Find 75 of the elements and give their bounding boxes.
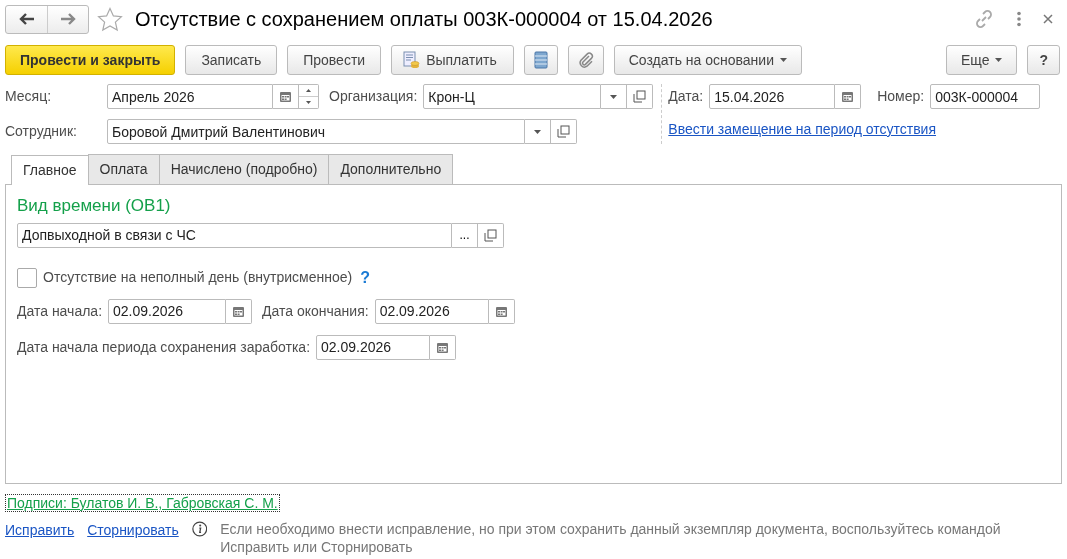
field-label: Дата начала периода сохранения заработка: [17,337,310,357]
dropdown-arrow-icon [610,94,618,99]
signatures-link[interactable]: Подписи: Булатов И. В., Габровская С. М. [5,494,280,512]
select-button[interactable]: ... [452,222,478,248]
info-text: Если необходимо внести исправление, но при этом сохранить данный экземпляр документа, воспользуйтесь командой Исправить или Сторнировать [220,520,1002,556]
tab[interactable]: Начислено (подробно) [158,154,330,184]
section-title: Вид времени (ОВ1) [17,195,172,217]
date-field[interactable]: 15.04.2026 [709,84,836,109]
open-button[interactable] [551,119,577,144]
document-coins-icon [402,51,421,69]
dropdown-menu-button[interactable]: Еще [945,45,1018,75]
calendar-button[interactable] [226,298,253,324]
window-title: Отсутствие с сохранением оплаты 003К-000004 от 15.04.2026 [135,7,713,31]
checkbox[interactable] [17,267,37,288]
list-button[interactable] [523,45,558,75]
start-date-field[interactable]: 02.09.2026 [108,298,227,324]
dropdown-arrow-icon [534,129,541,134]
open-button[interactable] [478,222,504,248]
dropdown-menu-button[interactable]: Создать на основании [613,45,802,75]
calendar-icon [436,340,449,354]
more-icon[interactable] [1016,11,1022,27]
footer-link[interactable]: Сторнировать [87,520,179,541]
calendar-icon [494,304,508,318]
forward-arrow-icon [60,13,76,25]
tab[interactable]: Оплата [87,154,160,184]
open-icon [484,228,497,242]
organization-field[interactable]: Крон-Ц [423,84,602,109]
earnings-start-date-field[interactable]: 02.09.2026 [316,334,430,360]
calendar-button[interactable] [835,84,862,109]
toolbar-button[interactable]: Провести [287,45,382,75]
calendar-button[interactable] [273,84,299,109]
field-label: Организация: [329,87,418,106]
end-date-field[interactable]: 02.09.2026 [374,298,489,324]
info-icon [191,520,208,538]
back-arrow-icon [18,13,35,25]
toolbar-button[interactable]: Записать [185,45,278,75]
pay-button[interactable]: Выплатить [391,45,514,75]
month-field[interactable]: Апрель 2026 [107,84,273,109]
open-button[interactable] [627,84,654,109]
help-link[interactable]: ? [360,265,370,290]
paperclip-icon [577,52,594,68]
calendar-icon [232,304,246,318]
down-arrow-icon [306,101,311,104]
tab[interactable]: Главное [11,155,89,185]
star-icon[interactable] [97,6,123,32]
time-type-field[interactable]: Допвыходной в связи с ЧС [17,222,452,248]
substitution-link[interactable]: Ввести замещение на период отсутствия [668,119,1041,140]
number-field[interactable]: 003К-000004 [930,84,1041,109]
calendar-icon [279,90,292,103]
field-label: Дата окончания: [262,301,369,321]
caret-icon [779,58,787,62]
calendar-button[interactable] [430,334,456,360]
field-label: Сотрудник: [5,122,78,141]
post-and-close-button[interactable]: Провести и закрыть [5,45,176,75]
help-button[interactable]: ? [1027,45,1060,75]
open-icon [633,90,647,103]
field-label: Дата: [668,87,704,106]
employee-field[interactable]: Боровой Дмитрий Валентинович [107,119,525,144]
tab[interactable]: Дополнительно [328,154,454,184]
dropdown-button[interactable] [525,119,551,144]
calendar-icon [841,90,855,103]
field-label: Месяц: [5,87,53,106]
open-icon [557,125,570,138]
footer-link[interactable]: Исправить [5,520,75,541]
list-icon [533,51,548,69]
attach-button[interactable] [567,45,604,75]
field-label: Дата начала: [17,301,103,321]
dropdown-button[interactable] [601,84,628,109]
caret-icon [995,58,1003,62]
calendar-button[interactable] [488,298,515,324]
up-arrow-icon [306,89,311,92]
checkbox-label: Отсутствие на неполный день (внутрисменное) [43,268,353,287]
link-icon[interactable] [974,9,994,29]
field-label: Номер: [877,87,925,106]
close-icon[interactable] [1042,13,1054,25]
